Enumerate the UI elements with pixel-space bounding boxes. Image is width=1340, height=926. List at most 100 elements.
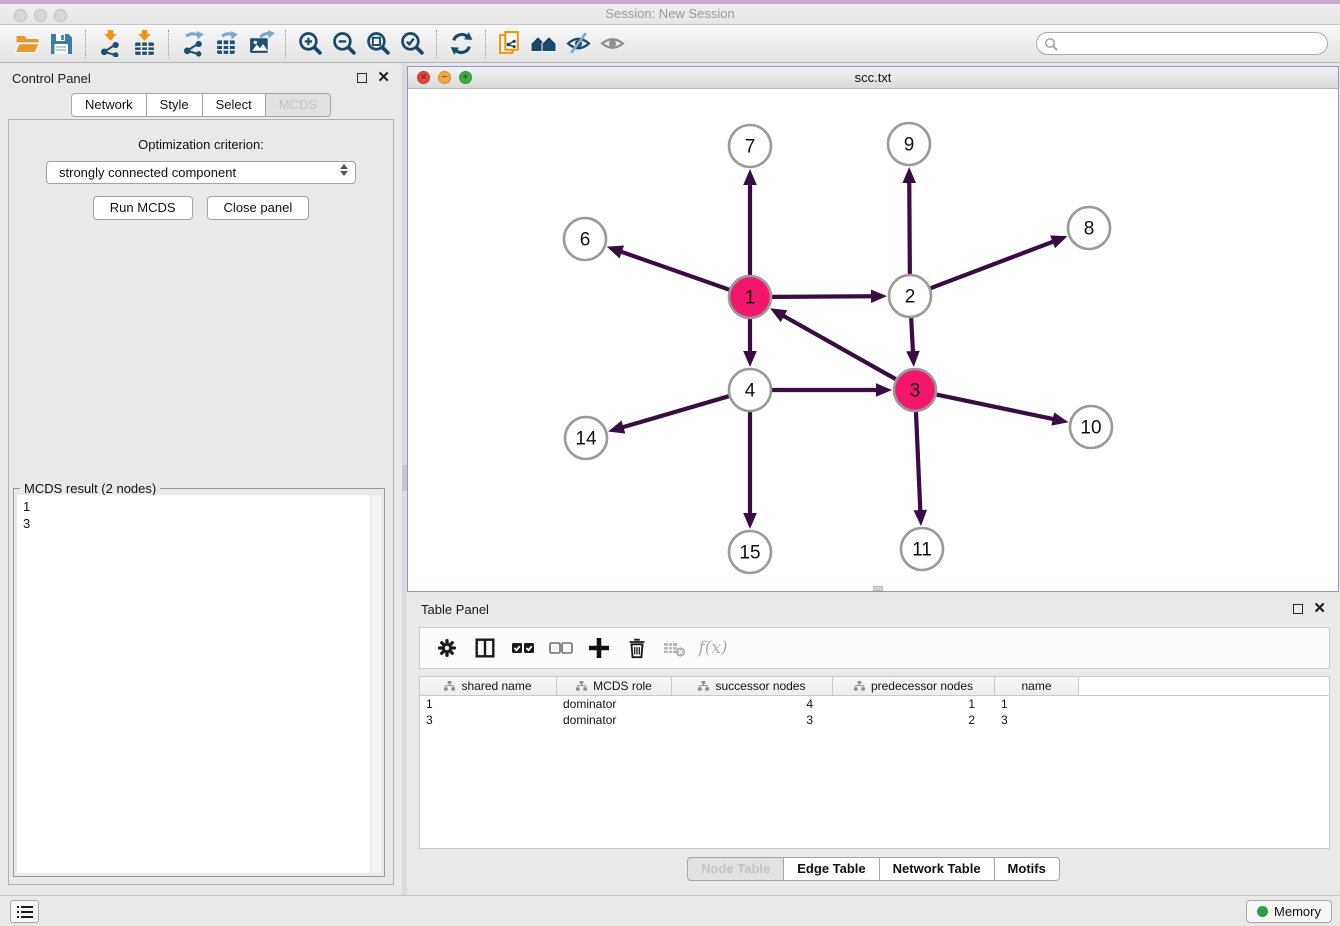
float-panel-icon[interactable] [357,73,367,83]
tab-motifs[interactable]: Motifs [995,857,1060,881]
table-row[interactable]: 3dominator323 [420,712,1329,728]
zoom-selected-icon[interactable] [395,29,429,59]
cell-successor_nodes[interactable]: 3 [672,712,833,728]
graph-edge-3-11[interactable] [916,412,920,513]
cell-name[interactable]: 3 [995,712,1079,728]
close-table-panel-icon[interactable]: ✕ [1313,604,1326,614]
table-toolbar: f(x) [419,627,1330,669]
graph-node-1[interactable]: 1 [729,276,771,318]
column-header-shared_name[interactable]: shared name [420,677,557,695]
graph-edge-arrowhead [1050,235,1067,248]
hide-graphics-icon[interactable] [561,29,595,59]
graph-edge-3-10[interactable] [937,395,1056,420]
criterion-value: strongly connected component [59,165,236,180]
criterion-dropdown[interactable]: strongly connected component [46,161,356,184]
graph-node-2[interactable]: 2 [889,275,931,317]
run-mcds-button[interactable]: Run MCDS [93,196,193,220]
graph-node-11[interactable]: 11 [901,528,943,570]
open-session-icon[interactable] [10,29,44,59]
export-image-icon[interactable] [244,29,278,59]
column-header-successor_nodes[interactable]: successor nodes [672,677,833,695]
result-scrollbar[interactable] [370,495,381,873]
network-window: × − + scc.txt 7 9 6 8 1 2 4 3 14 10 15 11 [407,66,1339,592]
tab-network-table[interactable]: Network Table [880,857,995,881]
search-input[interactable] [1062,35,1327,53]
graph-edge-2-8[interactable] [931,241,1056,288]
export-network-icon[interactable] [176,29,210,59]
show-columns-icon[interactable] [466,632,504,664]
column-header-name[interactable]: name [995,677,1079,695]
cell-predecessor_nodes[interactable]: 1 [833,696,995,712]
zoom-fit-icon[interactable] [361,29,395,59]
network-canvas[interactable]: 7 9 6 8 1 2 4 3 14 10 15 11 [408,89,1338,591]
table-row[interactable]: 1dominator411 [420,696,1329,712]
export-table-icon[interactable] [210,29,244,59]
graph-edge-1-2[interactable] [772,296,874,297]
tab-mcds[interactable]: MCDS [266,93,331,117]
tab-select[interactable]: Select [203,93,266,117]
cell-name[interactable]: 1 [995,696,1079,712]
tab-node-table[interactable]: Node Table [687,857,784,881]
graph-node-6[interactable]: 6 [564,218,606,260]
graph-node-10[interactable]: 10 [1070,406,1112,448]
delete-table-icon[interactable] [656,632,694,664]
list-icon [17,905,33,919]
app-title: Session: New Session [0,6,1340,21]
graph-node-3[interactable]: 3 [894,369,936,411]
graph-edge-2-9[interactable] [909,180,910,274]
graph-edge-4-14[interactable] [621,396,729,428]
table-panel: Table Panel ✕ f(x) shared nameMCDS roles… [407,595,1340,890]
memory-button[interactable]: Memory [1246,900,1332,923]
graph-node-9[interactable]: 9 [888,123,930,165]
network-overview-icon[interactable] [527,29,561,59]
show-graphics-icon[interactable] [595,29,629,59]
cell-shared_name[interactable]: 3 [420,712,557,728]
select-all-columns-icon[interactable] [504,632,542,664]
clone-network-icon[interactable] [493,29,527,59]
network-resize-grip[interactable] [873,586,883,591]
float-table-panel-icon[interactable] [1293,604,1303,614]
network-window-titlebar[interactable]: × − + scc.txt [408,67,1338,89]
node-label: 4 [745,381,756,402]
save-session-icon[interactable] [44,29,78,59]
graph-node-15[interactable]: 15 [729,531,771,573]
unselect-all-columns-icon[interactable] [542,632,580,664]
task-history-button[interactable] [10,900,39,923]
close-panel-button[interactable]: Close panel [207,196,310,220]
import-network-icon[interactable] [93,29,127,59]
add-column-icon[interactable] [580,632,618,664]
delete-columns-icon[interactable] [618,632,656,664]
column-header-mcds_role[interactable]: MCDS role [557,677,672,695]
graph-edge-arrowhead [876,383,892,397]
control-panel-title: Control Panel [12,71,357,86]
graph-node-8[interactable]: 8 [1068,207,1110,249]
tab-style[interactable]: Style [147,93,203,117]
column-header-predecessor_nodes[interactable]: predecessor nodes [833,677,995,695]
zoom-out-icon[interactable] [327,29,361,59]
import-table-icon[interactable] [127,29,161,59]
graph-node-7[interactable]: 7 [729,125,771,167]
node-label: 14 [575,429,597,450]
node-label: 7 [745,137,756,158]
cell-successor_nodes[interactable]: 4 [672,696,833,712]
graph-node-14[interactable]: 14 [565,417,607,459]
mcds-result-list[interactable]: 1 3 [17,495,381,873]
search-field[interactable] [1036,32,1328,55]
graph-edge-arrowhead [608,421,625,434]
graph-node-4[interactable]: 4 [729,369,771,411]
cell-mcds_role[interactable]: dominator [557,696,672,712]
graph-edge-3-1[interactable] [781,315,895,380]
apply-layout-icon[interactable] [444,29,478,59]
graph-edge-1-6[interactable] [619,251,729,290]
cell-shared_name[interactable]: 1 [420,696,557,712]
cell-predecessor_nodes[interactable]: 2 [833,712,995,728]
graph-edge-2-3[interactable] [911,318,913,354]
tab-edge-table[interactable]: Edge Table [784,857,879,881]
function-builder-icon[interactable]: f(x) [694,632,732,664]
node-table: shared nameMCDS rolesuccessor nodesprede… [419,676,1330,849]
cell-mcds_role[interactable]: dominator [557,712,672,728]
table-options-icon[interactable] [428,632,466,664]
tab-network[interactable]: Network [71,93,147,117]
close-panel-icon[interactable]: ✕ [377,73,390,83]
zoom-in-icon[interactable] [293,29,327,59]
